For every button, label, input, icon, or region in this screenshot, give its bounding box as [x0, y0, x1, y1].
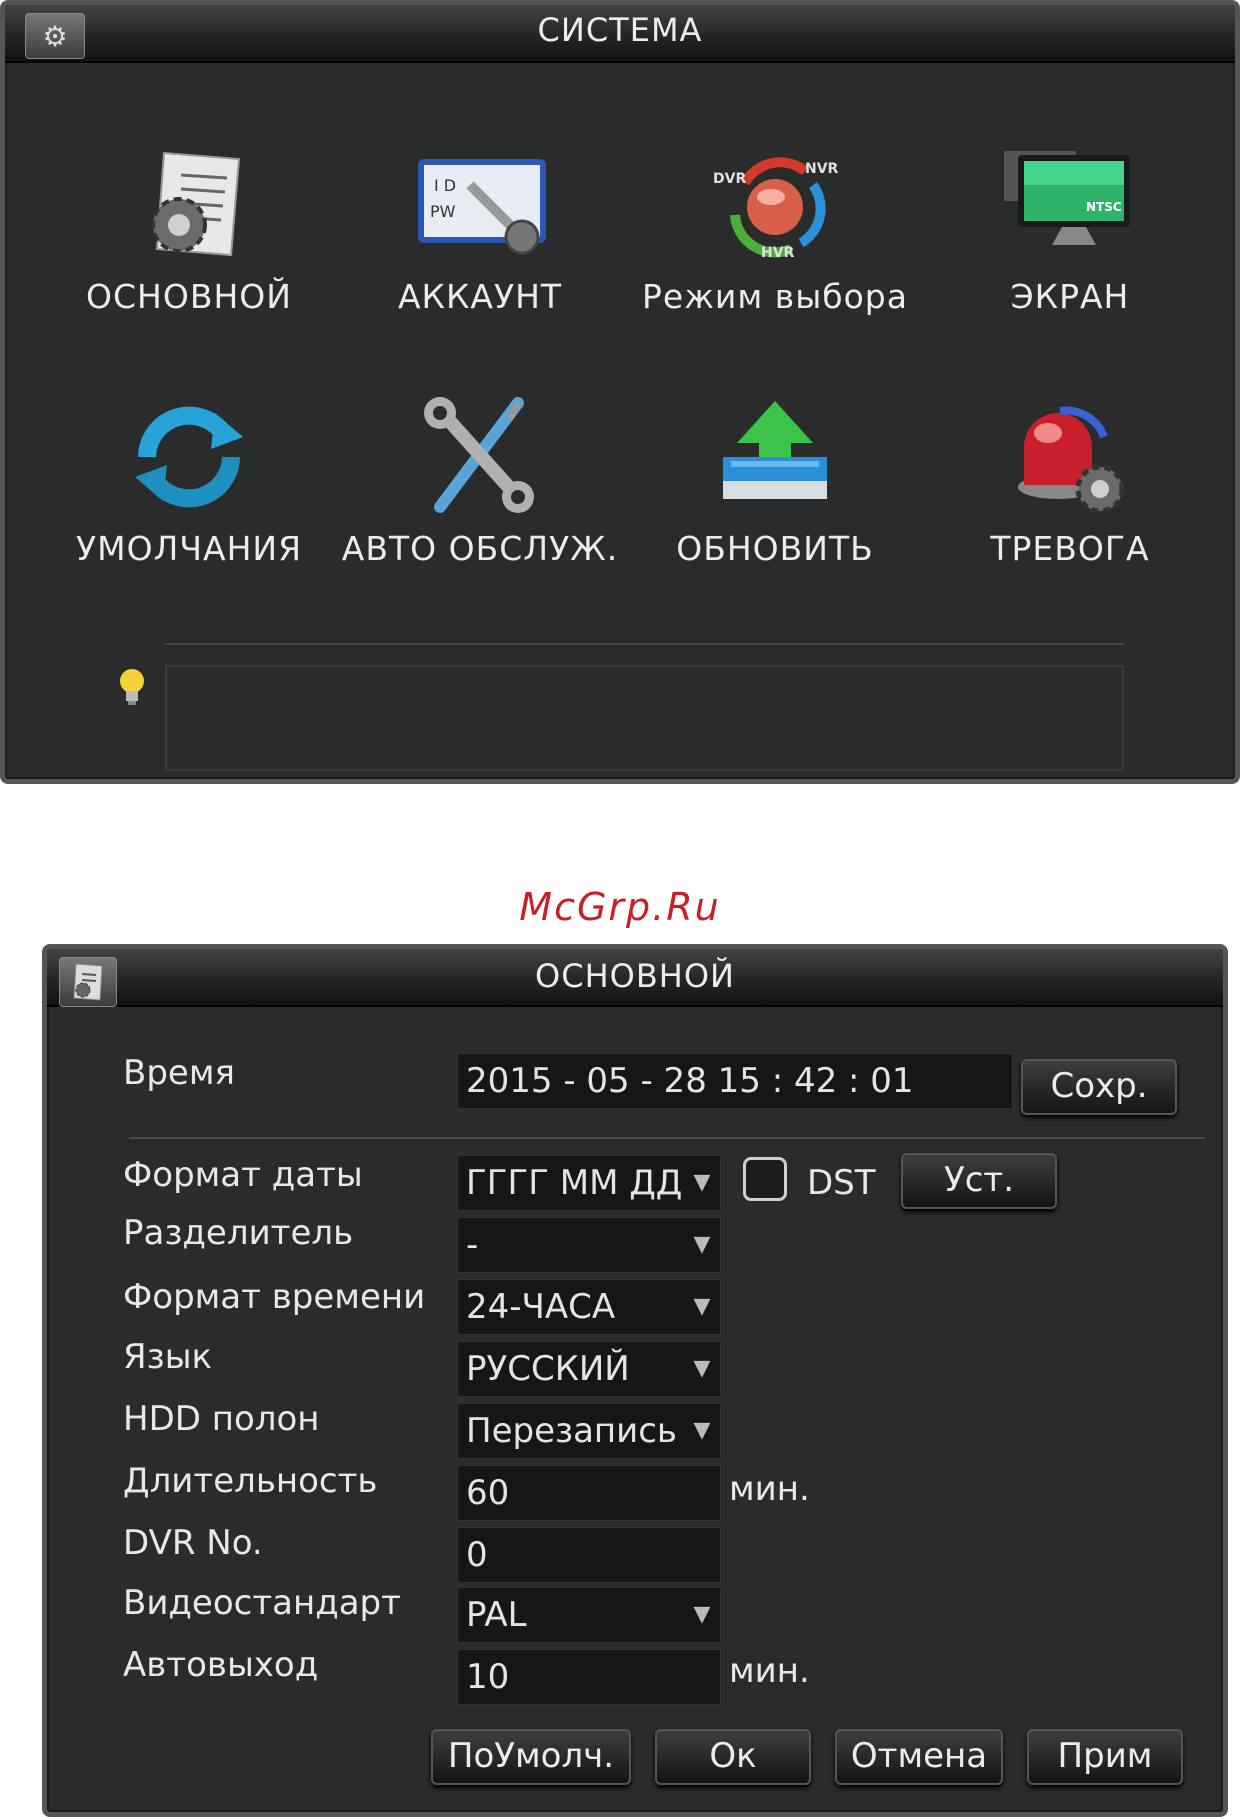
date-format-select[interactable]: ГГГГ ММ ДД ▼: [457, 1155, 721, 1211]
watermark: McGrp.Ru: [519, 885, 721, 929]
chevron-down-icon: ▼: [693, 1418, 711, 1443]
time-input[interactable]: 2015 - 05 - 28 15 : 42 : 01: [457, 1053, 1013, 1109]
tile-mode-label: Режим выбора: [642, 277, 908, 316]
upgrade-icon: [705, 397, 845, 517]
tile-account[interactable]: I D PW АККАУНТ: [330, 145, 630, 316]
tile-upgrade[interactable]: ОБНОВИТЬ: [625, 397, 925, 568]
video-standard-label: Видеостандарт: [123, 1583, 401, 1623]
video-standard-value: PAL: [466, 1595, 527, 1635]
language-select[interactable]: РУССКИЙ ▼: [457, 1341, 721, 1397]
chevron-down-icon: ▼: [693, 1170, 711, 1195]
tile-mode[interactable]: DVR NVR HVR Режим выбора: [625, 145, 925, 316]
account-icon-pw-text: PW: [430, 202, 456, 221]
tile-display-label: ЭКРАН: [1010, 277, 1130, 316]
default-button[interactable]: ПоУмолч.: [431, 1729, 631, 1785]
save-time-button[interactable]: Сохр.: [1021, 1059, 1177, 1115]
ok-button[interactable]: Ок: [655, 1729, 811, 1785]
apply-button[interactable]: Прим: [1027, 1729, 1183, 1785]
hdd-full-label: HDD полон: [123, 1399, 320, 1439]
chevron-down-icon: ▼: [693, 1294, 711, 1319]
tile-upgrade-label: ОБНОВИТЬ: [676, 529, 874, 568]
separator-value: -: [466, 1225, 479, 1265]
dvr-no-input[interactable]: 0: [457, 1527, 721, 1583]
date-format-label: Формат даты: [123, 1155, 363, 1195]
dvr-no-label: DVR No.: [123, 1523, 263, 1563]
video-standard-select[interactable]: PAL ▼: [457, 1587, 721, 1643]
general-titlebar: ОСНОВНОЙ: [47, 949, 1223, 1007]
tile-defaults-label: УМОЛЧАНИЯ: [76, 529, 302, 568]
language-label: Язык: [123, 1337, 213, 1377]
general-settings-window: ОСНОВНОЙ Время 2015 - 05 - 28 15 : 42 : …: [42, 944, 1228, 1817]
mode-select-icon: DVR NVR HVR: [705, 145, 845, 265]
mode-icon-dvr-text: DVR: [713, 171, 746, 187]
date-format-value: ГГГГ ММ ДД: [466, 1163, 683, 1203]
system-window: ⚙ СИСТЕМА ОСНОВНОЙ I D PW АККАУНТ DVR NV…: [0, 0, 1240, 784]
time-separator-line: [129, 1137, 1205, 1139]
hint-divider: [165, 643, 1125, 645]
chevron-down-icon: ▼: [693, 1602, 711, 1627]
lightbulb-icon: [115, 667, 149, 715]
system-titlebar: ⚙ СИСТЕМА: [5, 5, 1235, 63]
tile-display[interactable]: NTSC ЭКРАН: [920, 145, 1220, 316]
language-value: РУССКИЙ: [466, 1349, 630, 1389]
display-icon: NTSC: [1000, 145, 1140, 265]
tile-general[interactable]: ОСНОВНОЙ: [39, 145, 339, 316]
display-icon-text: NTSC: [1086, 200, 1122, 214]
tile-alarm-label: ТРЕВОГА: [990, 529, 1150, 568]
duration-input[interactable]: 60: [457, 1465, 721, 1521]
duration-label: Длительность: [123, 1461, 378, 1501]
time-label: Время: [123, 1053, 235, 1093]
general-settings-icon: [119, 145, 259, 265]
dst-set-button[interactable]: Уст.: [901, 1153, 1057, 1209]
mode-icon-nvr-text: NVR: [805, 161, 839, 177]
auto-logout-label: Автовыход: [123, 1645, 319, 1685]
time-format-value: 24-ЧАСА: [466, 1287, 616, 1327]
account-icon: I D PW: [410, 145, 550, 265]
wrench-tools-icon: [410, 397, 550, 517]
hint-text-box: [165, 665, 1124, 771]
time-format-select[interactable]: 24-ЧАСА ▼: [457, 1279, 721, 1335]
dst-label: DST: [807, 1163, 876, 1203]
tile-general-label: ОСНОВНОЙ: [86, 277, 292, 316]
mode-icon-hvr-text: HVR: [761, 245, 795, 261]
tile-auto-maintenance[interactable]: АВТО ОБСЛУЖ.: [330, 397, 630, 568]
time-format-label: Формат времени: [123, 1277, 426, 1317]
cancel-button[interactable]: Отмена: [835, 1729, 1003, 1785]
default-refresh-icon: [119, 397, 259, 517]
system-title: СИСТЕМА: [537, 11, 703, 49]
general-title: ОСНОВНОЙ: [535, 957, 735, 995]
auto-logout-unit: мин.: [729, 1651, 810, 1691]
auto-logout-input[interactable]: 10: [457, 1649, 721, 1705]
tile-account-label: АККАУНТ: [397, 277, 563, 316]
tile-alarm[interactable]: ТРЕВОГА: [920, 397, 1220, 568]
tile-auto-maintenance-label: АВТО ОБСЛУЖ.: [341, 529, 619, 568]
separator-select[interactable]: - ▼: [457, 1217, 721, 1273]
hdd-full-value: Перезапись: [466, 1411, 677, 1451]
chevron-down-icon: ▼: [693, 1232, 711, 1257]
duration-unit: мин.: [729, 1469, 810, 1509]
alarm-icon: [1000, 397, 1140, 517]
chevron-down-icon: ▼: [693, 1356, 711, 1381]
separator-label: Разделитель: [123, 1213, 354, 1253]
dst-checkbox[interactable]: [743, 1157, 787, 1201]
account-icon-id-text: I D: [434, 176, 456, 195]
tile-defaults[interactable]: УМОЛЧАНИЯ: [39, 397, 339, 568]
hdd-full-select[interactable]: Перезапись ▼: [457, 1403, 721, 1459]
